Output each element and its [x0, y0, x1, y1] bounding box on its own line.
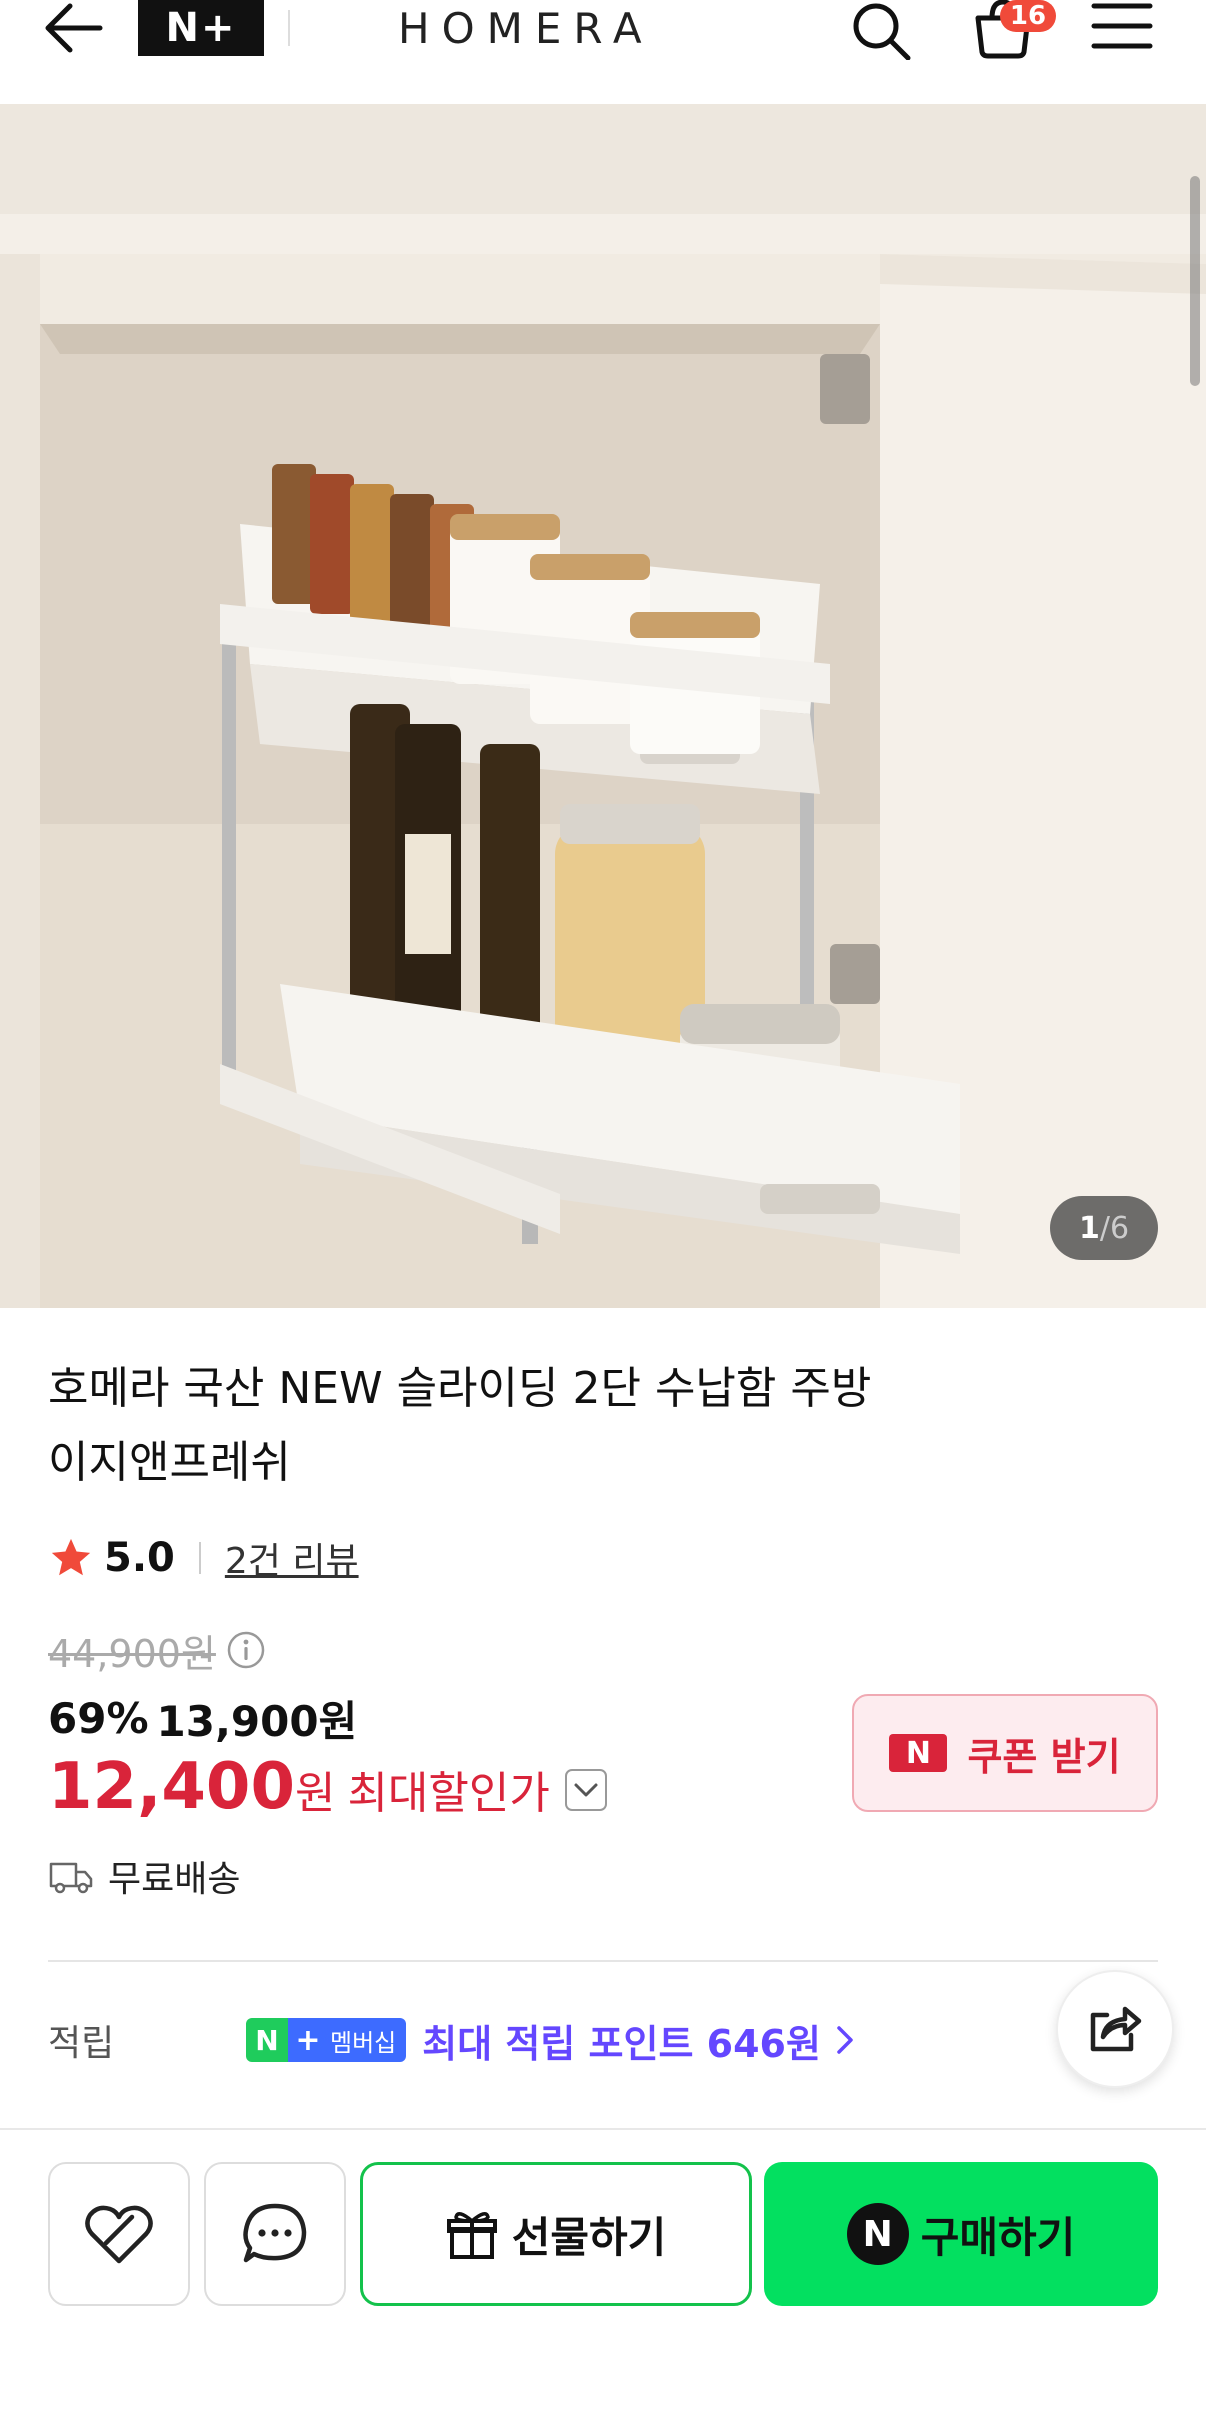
sale-price-row: 69% 13,900원 — [48, 1688, 357, 1748]
hamburger-menu-icon[interactable] — [1090, 0, 1154, 56]
original-price: 44,900원 — [48, 1631, 216, 1676]
membership-badge: N + 멤버십 — [246, 2018, 407, 2062]
rating-score: 5.0 — [104, 1535, 175, 1581]
heart-icon — [85, 2205, 153, 2264]
chevron-down-icon[interactable] — [564, 1768, 608, 1812]
gift-button-label: 선물하기 — [511, 2212, 667, 2262]
top-header: N+ HOMERA 16 — [0, 0, 1206, 104]
header-divider — [288, 10, 290, 46]
gift-button[interactable]: 선물하기 — [360, 2162, 752, 2306]
membership-plus: + — [288, 2018, 328, 2062]
share-button[interactable] — [1056, 1970, 1174, 2088]
product-photo — [0, 104, 1206, 1308]
membership-n: N — [246, 2018, 288, 2062]
chevron-right-icon[interactable] — [829, 2020, 861, 2060]
star-icon — [51, 1538, 91, 1576]
search-icon[interactable] — [848, 0, 914, 61]
wishlist-button[interactable] — [48, 2162, 190, 2306]
max-discount-label: 최대할인가 — [347, 1768, 550, 1819]
cart-count-badge: 16 — [1000, 0, 1056, 32]
info-icon[interactable] — [226, 1630, 266, 1670]
rating-row: 5.0 2건 리뷰 — [48, 1528, 359, 1588]
product-title-line1: 호메라 국산 NEW 슬라이딩 2단 수납함 주방 — [48, 1363, 872, 1414]
coupon-button-label: 쿠폰 받기 — [967, 1734, 1121, 1779]
product-image-carousel[interactable]: 1/6 — [0, 104, 1206, 1308]
nplus-logo[interactable]: N+ — [138, 0, 264, 56]
points-row[interactable]: 적립 N + 멤버십 최대 적립 포인트 646원 — [48, 2008, 1048, 2072]
max-discount-unit: 원 — [294, 1768, 336, 1819]
image-counter-separator: / — [1099, 1210, 1110, 1246]
buy-button-label: 구매하기 — [920, 2212, 1076, 2262]
buy-button[interactable]: N 구매하기 — [764, 2162, 1158, 2306]
truck-icon — [49, 1862, 93, 1894]
gift-icon — [446, 2212, 497, 2259]
image-counter-current: 1 — [1078, 1210, 1100, 1246]
rating-divider — [198, 1542, 201, 1574]
sale-price: 13,900원 — [156, 1696, 358, 1746]
original-price-row: 44,900원 — [48, 1622, 266, 1678]
product-title-line2: 이지앤프레쉬 — [48, 1437, 291, 1488]
discount-percent: 69% — [48, 1693, 149, 1743]
brand-logo[interactable]: HOMERA — [398, 0, 654, 56]
points-label: 적립 — [48, 2023, 115, 2064]
membership-text: 멤버십 — [328, 2018, 407, 2062]
image-counter: 1/6 — [1050, 1196, 1158, 1260]
product-title: 호메라 국산 NEW 슬라이딩 2단 수납함 주방 이지앤프레쉬 — [48, 1352, 1008, 1500]
max-points-text: 최대 적립 포인트 646원 — [422, 2021, 821, 2066]
shipping-row: 무료배송 — [48, 1846, 240, 1906]
review-count-link[interactable]: 2건 리뷰 — [225, 1532, 359, 1584]
image-counter-total: 6 — [1109, 1210, 1130, 1246]
naver-coupon-logo: N — [889, 1734, 948, 1772]
section-divider — [48, 1960, 1158, 1962]
share-icon — [1090, 2006, 1142, 2052]
max-discount-price-row[interactable]: 12,400 원 최대할인가 — [48, 1750, 608, 1830]
bottom-action-bar: 선물하기 N 구매하기 — [0, 2128, 1206, 2436]
scrollbar-thumb[interactable] — [1190, 176, 1200, 386]
naver-pay-logo: N — [846, 2203, 909, 2265]
max-discount-amount: 12,400 — [48, 1750, 295, 1824]
coupon-button[interactable]: N 쿠폰 받기 — [852, 1694, 1158, 1812]
chat-button[interactable] — [204, 2162, 346, 2306]
free-shipping-label: 무료배송 — [108, 1859, 241, 1900]
chat-bubble-icon — [243, 2203, 307, 2263]
back-arrow-icon[interactable] — [40, 0, 110, 56]
